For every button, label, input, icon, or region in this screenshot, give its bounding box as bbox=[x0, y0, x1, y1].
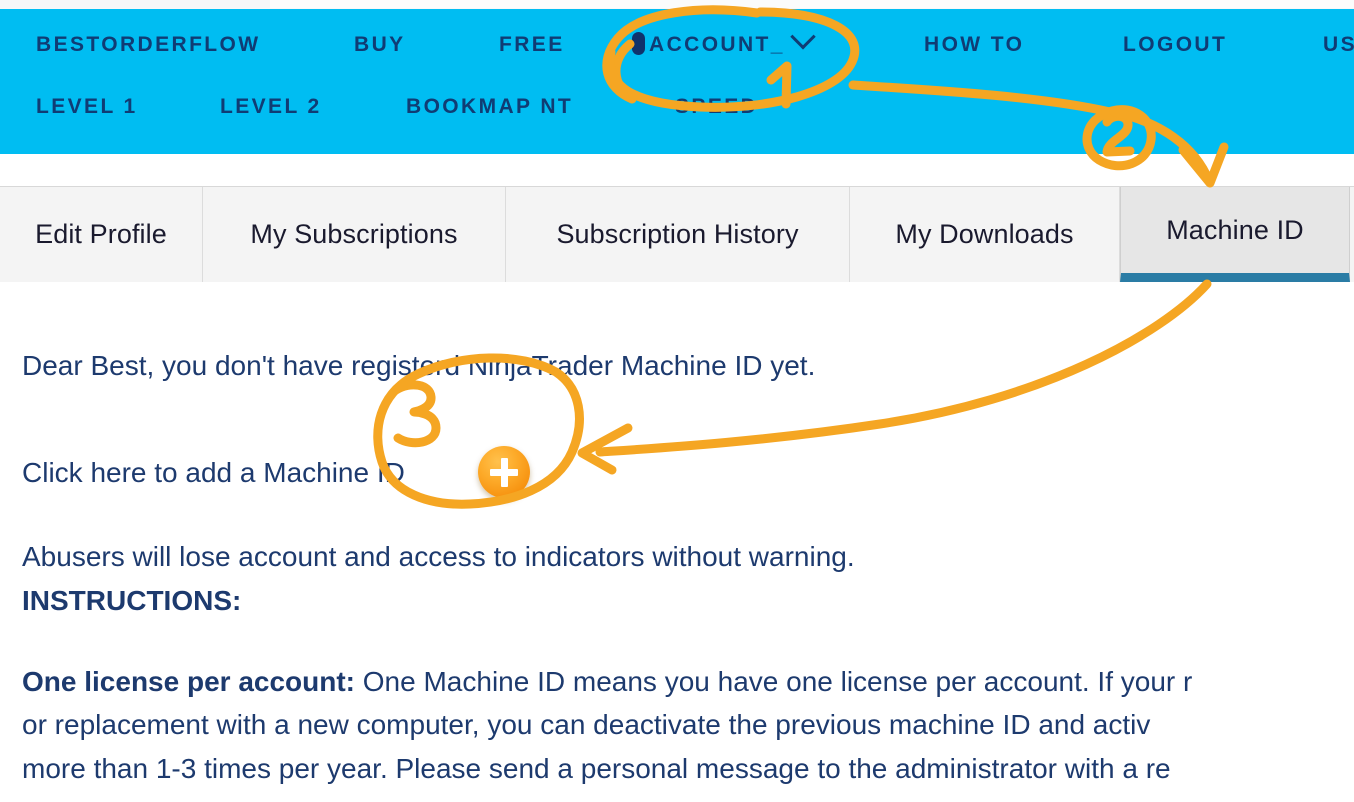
abuse-warning-text: Abusers will lose account and access to … bbox=[22, 541, 855, 572]
add-machine-id-label[interactable]: Click here to add a Machine ID bbox=[22, 457, 405, 489]
page-root: BESTORDERFLOW BUY FREE ACCOUNT_ HOW TO L… bbox=[0, 0, 1354, 802]
tab-machine-id[interactable]: Machine ID bbox=[1120, 187, 1350, 282]
machine-id-panel: Dear Best, you don't have registerd Ninj… bbox=[0, 282, 1354, 802]
license-paragraph-line-3: more than 1-3 times per year. Please sen… bbox=[22, 753, 1171, 784]
instructions-heading: INSTRUCTIONS: bbox=[22, 585, 242, 616]
nav-speed[interactable]: SPEED bbox=[675, 71, 758, 143]
nav-level-1[interactable]: LEVEL 1 bbox=[36, 71, 138, 143]
nav-white-gap bbox=[0, 154, 1354, 186]
license-heading: One license per account: bbox=[22, 666, 355, 697]
tab-edit-profile[interactable]: Edit Profile bbox=[0, 187, 203, 282]
license-paragraph-line-1: One license per account: One Machine ID … bbox=[22, 666, 1192, 698]
tab-my-subscriptions[interactable]: My Subscriptions bbox=[203, 187, 506, 282]
top-strip-left bbox=[0, 0, 270, 8]
license-line-1-rest: One Machine ID means you have one licens… bbox=[355, 666, 1193, 697]
nav-row-secondary: LEVEL 1 LEVEL 2 BOOKMAP NT SPEED bbox=[0, 71, 1354, 143]
greeting-text: Dear Best, you don't have registerd Ninj… bbox=[22, 350, 816, 381]
chevron-down-icon bbox=[790, 24, 816, 50]
top-strip-right bbox=[270, 0, 1354, 8]
tab-subscription-history[interactable]: Subscription History bbox=[506, 187, 850, 282]
main-navigation-bar: BESTORDERFLOW BUY FREE ACCOUNT_ HOW TO L… bbox=[0, 9, 1354, 154]
tab-my-downloads[interactable]: My Downloads bbox=[850, 187, 1120, 282]
nav-account-label: ACCOUNT_ bbox=[649, 33, 785, 56]
nav-bookmap-nt[interactable]: BOOKMAP NT bbox=[406, 71, 573, 143]
account-tabs: Edit Profile My Subscriptions Subscripti… bbox=[0, 186, 1354, 282]
add-machine-id-plus-button[interactable] bbox=[478, 446, 530, 498]
account-avatar-icon bbox=[632, 32, 645, 55]
nav-level-2[interactable]: LEVEL 2 bbox=[220, 71, 322, 143]
license-paragraph-line-2: or replacement with a new computer, you … bbox=[22, 709, 1151, 740]
